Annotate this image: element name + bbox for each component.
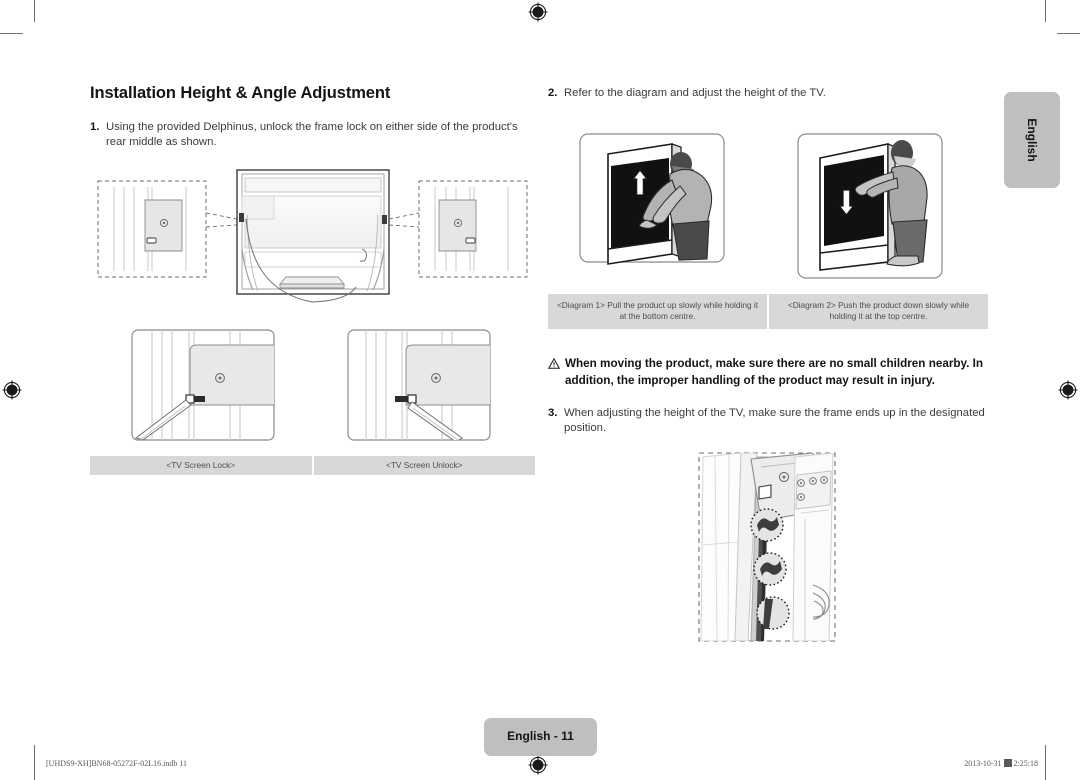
footer-file-name: [UHDS9-XH]BN68-05272F-02L16.indb 11 (46, 759, 188, 768)
registration-mark-bottom (528, 755, 548, 775)
callout-left (97, 180, 207, 278)
registration-mark-right (1058, 380, 1078, 400)
figure-diagram-pair (548, 118, 988, 286)
step-number: 2. (548, 87, 558, 99)
frame-position-marker (753, 551, 787, 586)
lock-unlock-caption-row: <TV Screen Lock> <TV Screen Unlock> (90, 455, 535, 476)
callout-right (418, 180, 528, 278)
page-number-badge: English - 11 (484, 718, 597, 756)
crop-mark-top-left-v (34, 0, 36, 22)
step-text: Refer to the diagram and adjust the heig… (564, 87, 826, 99)
diagram-caption-row: <Diagram 1> Pull the product up slowly w… (548, 293, 988, 329)
frame-position-marker (750, 507, 784, 542)
warning-note: When moving the product, make sure there… (548, 355, 988, 390)
warning-triangle-icon (548, 355, 565, 390)
crop-mark-bottom-right-v (1045, 745, 1047, 780)
footer-date: 2013-10-31 (964, 759, 1002, 768)
step-item: 2. Refer to the diagram and adjust the h… (548, 86, 988, 102)
tv-rear-chassis (236, 169, 390, 303)
step-number: 3. (548, 406, 558, 419)
step-number: 1. (90, 120, 100, 133)
footer-timestamp: 2013-10-31 2:25:18 (964, 759, 1038, 768)
caption-tv-screen-lock: <TV Screen Lock> (90, 455, 312, 476)
caption-diagram-1: <Diagram 1> Pull the product up slowly w… (548, 293, 767, 329)
step-text: Using the provided Delphinus, unlock the… (106, 120, 518, 149)
figure-frame-designated-position (695, 449, 988, 645)
language-side-tab: English (1004, 92, 1060, 188)
figure-diagram-2-push-down (797, 132, 943, 279)
crop-mark-bottom-left-v (34, 745, 36, 780)
page-title: Installation Height & Angle Adjustment (90, 84, 391, 102)
step-item: 1. Using the provided Delphinus, unlock … (90, 120, 535, 151)
caption-diagram-2: <Diagram 2> Push the product down slowly… (769, 293, 988, 329)
crop-mark-top-right-v (1045, 0, 1047, 22)
figure-tv-screen-unlock (347, 329, 491, 441)
footer-time: 2:25:18 (1013, 759, 1038, 768)
crop-mark-top-left-h (0, 33, 23, 35)
warning-text: When moving the product, make sure there… (565, 356, 984, 388)
figure-diagram-1-pull-up (579, 132, 725, 265)
figure-tv-screen-lock (131, 329, 275, 441)
frame-position-marker (756, 595, 790, 630)
registration-mark-left (2, 380, 22, 400)
leader-right (388, 212, 420, 228)
left-column: Installation Height & Angle Adjustment 1… (90, 84, 535, 476)
caption-tv-screen-unlock: <TV Screen Unlock> (313, 455, 535, 476)
leader-left (205, 212, 238, 228)
figure-lock-unlock-pair (90, 326, 535, 446)
page-number-label: English - 11 (507, 729, 574, 743)
right-column: 2. Refer to the diagram and adjust the h… (548, 84, 988, 645)
figure-tv-rear-overview (90, 169, 535, 314)
step-item: 3. When adjusting the height of the TV, … (548, 406, 988, 437)
registration-mark-top (528, 2, 548, 22)
footer-glyph-icon (1003, 759, 1012, 767)
language-side-tab-label: English (1025, 118, 1039, 162)
manual-page: Installation Height & Angle Adjustment 1… (0, 0, 1080, 780)
crop-mark-top-right-h (1057, 33, 1080, 35)
step-text: When adjusting the height of the TV, mak… (564, 406, 985, 435)
